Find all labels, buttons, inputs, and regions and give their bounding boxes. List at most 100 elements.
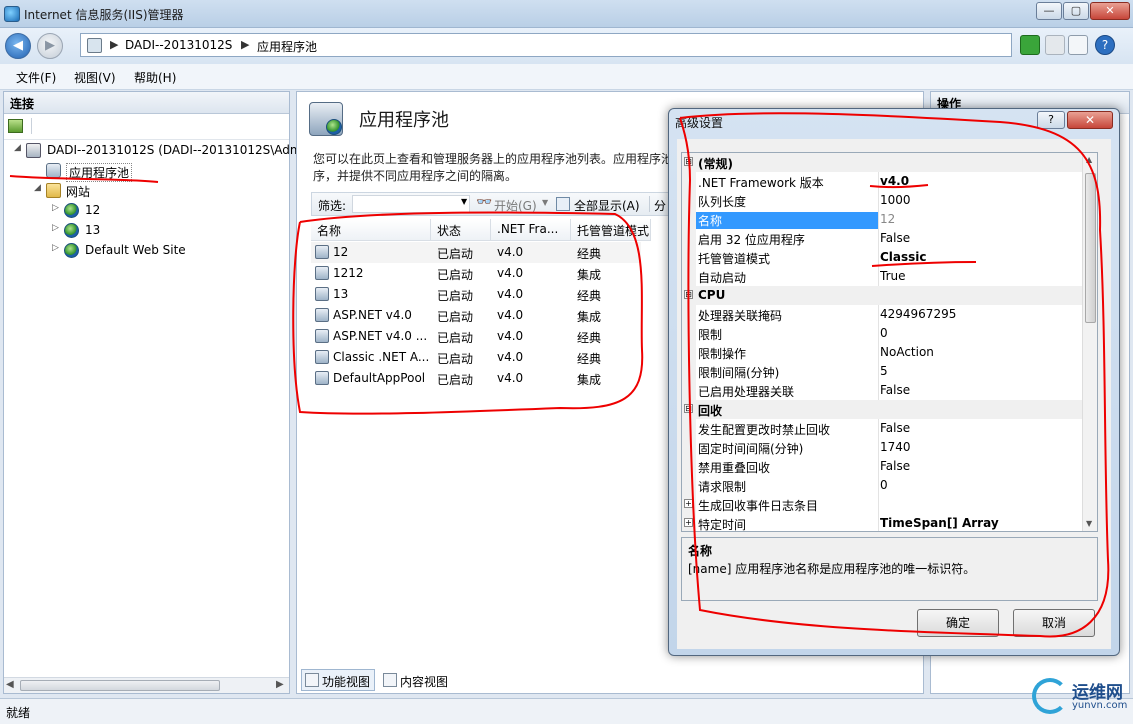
collapse-icon[interactable]: ⊟ — [684, 404, 693, 413]
property-value[interactable]: 12 — [880, 212, 1080, 226]
collapse-icon[interactable]: ◢ — [14, 143, 24, 153]
property-value[interactable]: 5 — [880, 364, 1080, 378]
expand-icon[interactable]: ▷ — [52, 203, 62, 213]
breadcrumb-server[interactable]: DADI--20131012S — [125, 38, 232, 52]
property-row[interactable]: + 生成回收事件日志条目 — [682, 495, 1082, 514]
tree-item-app-pools[interactable]: 应用程序池 — [4, 161, 289, 182]
horizontal-scrollbar[interactable]: ◀ ▶ — [4, 677, 289, 693]
property-value[interactable]: v4.0 — [880, 174, 1080, 188]
help-icon[interactable]: ? — [1095, 35, 1115, 55]
scroll-up-icon[interactable]: ▲ — [1086, 155, 1092, 164]
vertical-scrollbar[interactable]: ▲ ▼ — [1082, 153, 1097, 531]
property-row[interactable]: 队列长度 1000 — [682, 191, 1082, 210]
home-icon[interactable] — [1068, 35, 1088, 55]
property-category[interactable]: ⊟ (常规) — [682, 153, 1082, 172]
menu-file[interactable]: 文件(F) — [16, 69, 56, 86]
property-value[interactable]: True — [880, 269, 1080, 283]
property-row[interactable]: 固定时间间隔(分钟) 1740 — [682, 438, 1082, 457]
dropdown-arrow-icon[interactable]: ▼ — [461, 197, 467, 206]
property-row[interactable]: 已启用处理器关联 False — [682, 381, 1082, 400]
start-filter-button[interactable]: 开始(G) — [494, 197, 537, 214]
table-row[interactable]: ASP.NET v4.0 已启动 v4.0 集成 — [311, 305, 641, 326]
scroll-thumb[interactable] — [1085, 173, 1096, 323]
collapse-icon[interactable]: ⊟ — [684, 157, 693, 166]
maximize-button[interactable]: ▢ — [1063, 2, 1089, 20]
expand-icon[interactable]: ▷ — [52, 243, 62, 253]
table-row[interactable]: DefaultAppPool 已启动 v4.0 集成 — [311, 368, 641, 389]
column-header-pipeline-mode[interactable]: 托管管道模式 — [571, 219, 651, 241]
property-value[interactable]: False — [880, 231, 1080, 245]
tree-item-site[interactable]: ▷ 12 — [4, 201, 289, 221]
filter-input[interactable] — [352, 195, 470, 213]
dropdown-arrow-icon[interactable]: ▼ — [542, 198, 548, 207]
minimize-button[interactable]: — — [1036, 2, 1062, 20]
menu-view[interactable]: 视图(V) — [74, 69, 116, 86]
column-header-status[interactable]: 状态 — [431, 219, 491, 241]
binoculars-icon[interactable]: 👓 — [476, 195, 492, 211]
property-value[interactable]: 1000 — [880, 193, 1080, 207]
tree-item-server[interactable]: ◢ DADI--20131012S (DADI--20131012S\Adm — [4, 141, 302, 161]
show-all-button[interactable]: 全部显示(A) — [574, 197, 640, 214]
property-value[interactable]: False — [880, 459, 1080, 473]
scroll-left-icon[interactable]: ◀ — [6, 679, 14, 690]
stop-icon[interactable] — [1045, 35, 1065, 55]
expand-icon[interactable]: + — [684, 518, 693, 527]
column-header-net-framework[interactable]: .NET Fra... — [491, 219, 571, 241]
tree-item-site[interactable]: ▷ Default Web Site — [4, 241, 289, 261]
property-value[interactable]: TimeSpan[] Array — [880, 516, 1080, 530]
back-button[interactable]: ◀ — [5, 33, 31, 59]
scroll-down-icon[interactable]: ▼ — [1086, 519, 1092, 528]
tree-item-sites[interactable]: ◢ 网站 — [4, 181, 289, 201]
property-value[interactable]: NoAction — [880, 345, 1080, 359]
property-row[interactable]: 限制 0 — [682, 324, 1082, 343]
property-value[interactable]: False — [880, 383, 1080, 397]
address-field[interactable]: ▶ DADI--20131012S ▶ 应用程序池 — [80, 33, 1012, 57]
breadcrumb-app-pools[interactable]: 应用程序池 — [257, 38, 317, 55]
property-category[interactable]: ⊟ CPU — [682, 286, 1082, 305]
cancel-button[interactable]: 取消 — [1013, 609, 1095, 637]
property-row[interactable]: 禁用重叠回收 False — [682, 457, 1082, 476]
scroll-right-icon[interactable]: ▶ — [276, 679, 284, 690]
property-value[interactable]: 1740 — [880, 440, 1080, 454]
property-row[interactable]: .NET Framework 版本 v4.0 — [682, 172, 1082, 191]
property-value[interactable]: False — [880, 421, 1080, 435]
refresh-icon[interactable] — [1020, 35, 1040, 55]
property-row[interactable]: 托管管道模式 Classic — [682, 248, 1082, 267]
property-row[interactable]: 限制间隔(分钟) 5 — [682, 362, 1082, 381]
menu-help[interactable]: 帮助(H) — [134, 69, 176, 86]
property-grid[interactable]: ⊟ (常规) .NET Framework 版本 v4.0 队列长度 1000 名称 12 启用… — [681, 152, 1098, 532]
table-row[interactable]: Classic .NET A... 已启动 v4.0 经典 — [311, 347, 641, 368]
property-row[interactable]: 请求限制 0 — [682, 476, 1082, 495]
property-row[interactable]: + 特定时间 TimeSpan[] Array — [682, 514, 1082, 531]
dialog-help-button[interactable]: ? — [1037, 111, 1065, 129]
property-category[interactable]: ⊟ 回收 — [682, 400, 1082, 419]
property-value[interactable]: 0 — [880, 326, 1080, 340]
scroll-thumb[interactable] — [20, 680, 220, 691]
property-value[interactable]: Classic — [880, 250, 1080, 264]
tab-features-view[interactable]: 功能视图 — [301, 669, 376, 691]
property-row[interactable]: 启用 32 位应用程序 False — [682, 229, 1082, 248]
collapse-icon[interactable]: ⊟ — [684, 290, 693, 299]
collapse-icon[interactable]: ◢ — [34, 183, 44, 193]
forward-button[interactable]: ▶ — [37, 33, 63, 59]
property-row[interactable]: 处理器关联掩码 4294967295 — [682, 305, 1082, 324]
column-header-name[interactable]: 名称 — [311, 219, 431, 241]
expand-icon[interactable]: + — [684, 499, 693, 508]
property-row[interactable]: 名称 12 — [682, 210, 1082, 229]
dialog-close-button[interactable]: ✕ — [1067, 111, 1113, 129]
property-value[interactable]: 0 — [880, 478, 1080, 492]
group-by-button[interactable]: 分 — [654, 197, 666, 214]
tab-content-view[interactable]: 内容视图 — [379, 669, 453, 691]
close-button[interactable]: ✕ — [1090, 2, 1130, 20]
tree-item-site[interactable]: ▷ 13 — [4, 221, 289, 241]
property-row[interactable]: 自动启动 True — [682, 267, 1082, 286]
ok-button[interactable]: 确定 — [917, 609, 999, 637]
property-row[interactable]: 限制操作 NoAction — [682, 343, 1082, 362]
table-row[interactable]: 1212 已启动 v4.0 集成 — [311, 263, 641, 284]
create-connection-icon[interactable] — [8, 119, 23, 133]
expand-icon[interactable]: ▷ — [52, 223, 62, 233]
table-row[interactable]: 12 已启动 v4.0 经典 — [311, 242, 641, 263]
property-row[interactable]: 发生配置更改时禁止回收 False — [682, 419, 1082, 438]
table-row[interactable]: 13 已启动 v4.0 经典 — [311, 284, 641, 305]
property-value[interactable]: 4294967295 — [880, 307, 1080, 321]
